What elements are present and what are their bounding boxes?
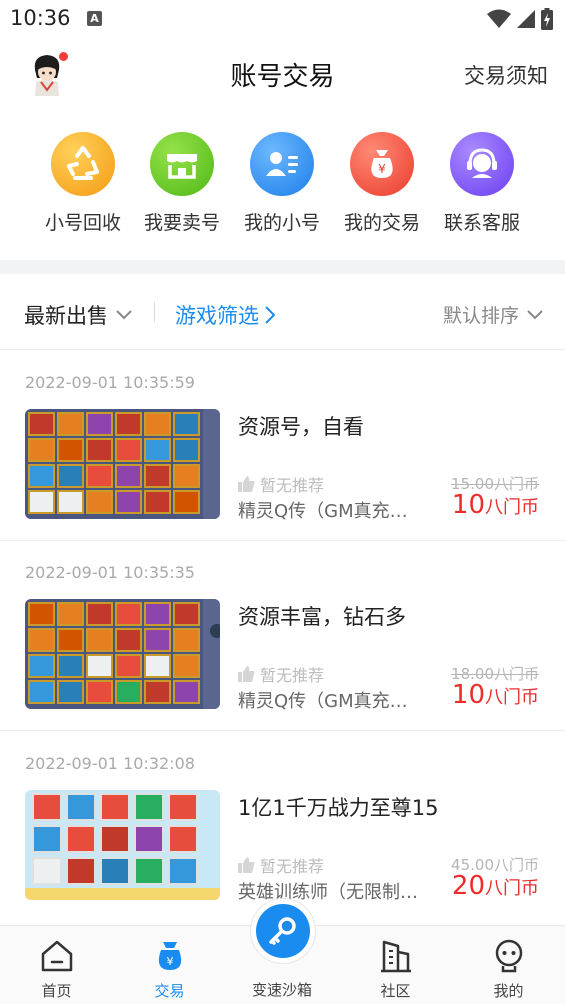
- quick-action-support[interactable]: 联系客服: [432, 128, 532, 235]
- recommend-label: 暂无推荐: [260, 476, 325, 495]
- listing-thumbnail: [25, 790, 220, 900]
- thumbs-up-icon: [238, 857, 255, 873]
- quick-actions: 小号回收 我要卖号 我的小号 ¥ 我的交易 联系客服: [0, 128, 565, 248]
- filter-bar: 最新出售 游戏筛选 默认排序: [0, 274, 565, 350]
- recommend-status: 暂无推荐: [238, 472, 324, 496]
- header: 账号交易 交易须知: [0, 38, 565, 110]
- section-divider: [0, 260, 565, 274]
- status-time: 10:36: [10, 6, 71, 30]
- recycle-icon: [51, 132, 115, 196]
- key-icon: [256, 904, 310, 958]
- quick-action-recycle[interactable]: 小号回收: [33, 128, 133, 235]
- trade-notice-link[interactable]: 交易须知: [464, 60, 548, 90]
- listing-title: 1亿1千万战力至尊15: [238, 796, 439, 820]
- chevron-right-icon: [265, 306, 275, 324]
- id-card-icon: [250, 132, 314, 196]
- price-unit: 八门币: [485, 497, 539, 518]
- quick-action-my-accounts[interactable]: 我的小号: [232, 128, 332, 235]
- recommend-label: 暂无推荐: [260, 666, 325, 685]
- listing-time: 2022-09-01 10:35:59: [25, 373, 195, 392]
- quick-action-label: 联系客服: [443, 212, 520, 234]
- filter-separator: [154, 302, 155, 322]
- game-filter-label: 游戏筛选: [175, 304, 259, 328]
- nav-label: 变速沙箱: [251, 981, 312, 999]
- price-value: 20: [451, 871, 485, 901]
- nav-label: 首页: [41, 982, 72, 1000]
- status-bar: 10:36 A: [0, 0, 565, 38]
- nav-speed-sandbox[interactable]: [250, 898, 316, 964]
- nav-trade[interactable]: ¥ 交易: [113, 926, 226, 1004]
- listing-game: 精灵Q传（GM真充版）: [238, 691, 423, 712]
- headset-icon: [450, 132, 514, 196]
- storefront-icon: [150, 132, 214, 196]
- latest-sale-label: 最新出售: [24, 304, 108, 328]
- recommend-status: 暂无推荐: [238, 853, 324, 877]
- chevron-down-icon: [116, 310, 132, 320]
- nav-label: 交易: [154, 982, 185, 1000]
- nav-label: 社区: [380, 982, 411, 1000]
- price-value: 10: [451, 680, 485, 710]
- listing-price: 20 八门币: [452, 871, 539, 901]
- wifi-icon: [487, 9, 511, 28]
- home-icon: [0, 938, 113, 974]
- listing-item[interactable]: 2022-09-01 10:35:59 资源号，自看 暂无推荐 精灵Q传（GM真…: [0, 351, 565, 541]
- quick-action-label: 我的交易: [343, 212, 420, 234]
- quick-action-my-trades[interactable]: ¥ 我的交易: [332, 128, 432, 235]
- price-value: 10: [451, 490, 485, 520]
- profile-face-icon: [452, 938, 565, 974]
- quick-action-label: 我要卖号: [143, 212, 220, 234]
- svg-text:¥: ¥: [166, 955, 173, 968]
- nav-mine[interactable]: 我的: [452, 926, 565, 1004]
- sort-dropdown[interactable]: 默认排序: [443, 301, 543, 328]
- thumbs-up-icon: [238, 476, 255, 492]
- svg-text:¥: ¥: [378, 162, 386, 176]
- recommend-label: 暂无推荐: [260, 857, 325, 876]
- game-filter-button[interactable]: 游戏筛选: [175, 300, 275, 330]
- listing-time: 2022-09-01 10:32:08: [25, 754, 195, 773]
- listing-game: 英雄训练师（无限制…: [238, 882, 418, 903]
- notification-a-icon: A: [87, 11, 102, 26]
- listing-item[interactable]: 2022-09-01 10:35:35 资源丰富，钻石多 暂无推荐 精灵Q传（G…: [0, 541, 565, 731]
- price-unit: 八门币: [485, 878, 539, 899]
- signal-icon: [517, 10, 535, 28]
- recommend-status: 暂无推荐: [238, 662, 324, 686]
- quick-action-sell[interactable]: 我要卖号: [132, 128, 232, 235]
- listing-item[interactable]: 2022-09-01 10:32:08 1亿1千万战力至尊15 暂无推荐 英雄训…: [0, 732, 565, 922]
- listing-time: 2022-09-01 10:35:35: [25, 563, 195, 582]
- quick-action-label: 我的小号: [243, 212, 320, 234]
- battery-icon: [541, 8, 553, 30]
- listing-price: 10 八门币: [452, 490, 539, 520]
- listing-thumbnail: [25, 409, 220, 519]
- quick-action-label: 小号回收: [44, 212, 121, 234]
- listing-title: 资源丰富，钻石多: [238, 605, 406, 629]
- listing-title: 资源号，自看: [238, 415, 364, 439]
- latest-sale-dropdown[interactable]: 最新出售: [24, 300, 132, 330]
- chevron-down-icon: [527, 309, 543, 319]
- listing-price: 10 八门币: [452, 680, 539, 710]
- building-icon: [339, 938, 452, 974]
- listing-game: 精灵Q传（GM真充版）: [238, 501, 423, 522]
- sort-label: 默认排序: [442, 305, 519, 327]
- nav-home[interactable]: 首页: [0, 926, 113, 1004]
- nav-label: 我的: [493, 982, 524, 1000]
- money-bag-icon: ¥: [350, 132, 414, 196]
- trade-bag-icon: ¥: [113, 938, 226, 974]
- nav-community[interactable]: 社区: [339, 926, 452, 1004]
- listing-thumbnail: [25, 599, 220, 709]
- thumbs-up-icon: [238, 666, 255, 682]
- status-icons: [487, 8, 553, 30]
- price-unit: 八门币: [485, 687, 539, 708]
